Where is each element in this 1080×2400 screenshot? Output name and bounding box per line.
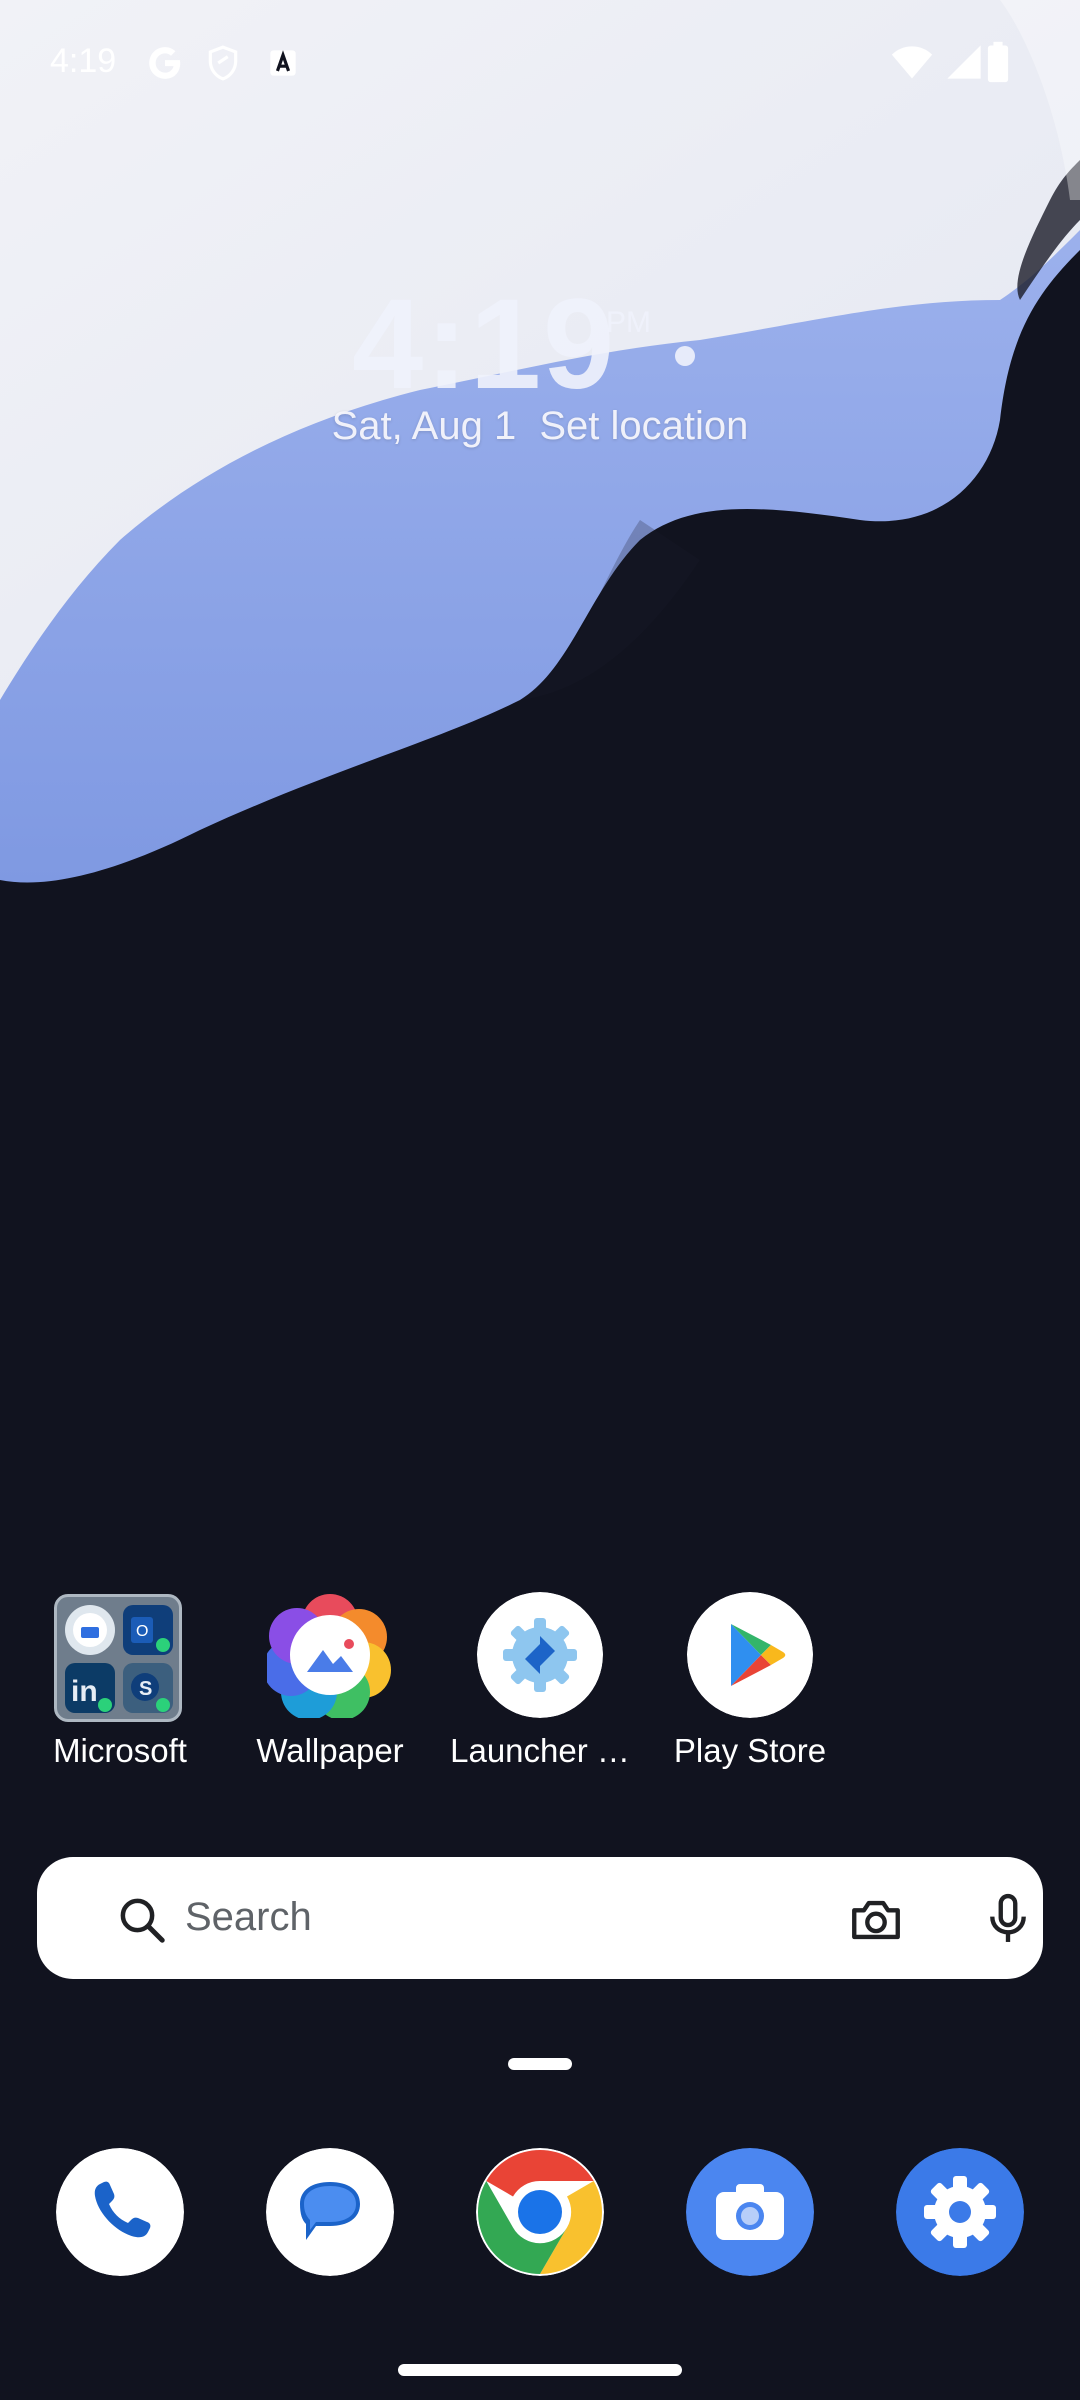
microsoft-folder-icon[interactable]: O in S — [54, 1594, 182, 1722]
play-store-icon — [687, 1592, 813, 1718]
google-icon — [149, 47, 181, 79]
set-location-link[interactable]: Set location — [539, 404, 748, 448]
svg-text:in: in — [71, 1675, 98, 1708]
wallpaper-app[interactable]: Wallpaper — [235, 1592, 425, 1782]
app-drawer-handle[interactable] — [508, 2058, 572, 2070]
svg-text:O: O — [136, 1623, 148, 1640]
app-label: Wallpaper — [256, 1732, 404, 1769]
svg-text:S: S — [139, 1678, 152, 1700]
search-bar[interactable]: Search — [37, 1857, 1043, 1979]
play-store-app[interactable]: Play Store — [655, 1592, 845, 1782]
linkedin-icon: in — [65, 1663, 115, 1713]
signal-icon — [947, 45, 981, 79]
launcher-settings-icon — [477, 1592, 603, 1718]
status-time: 4:19 — [50, 42, 117, 80]
settings-gear-icon[interactable] — [896, 2148, 1024, 2276]
app-label: Launcher … — [450, 1732, 630, 1769]
microsoft-launcher-icon — [65, 1605, 115, 1655]
messages-icon[interactable] — [266, 2148, 394, 2276]
app-label: Play Store — [673, 1732, 827, 1769]
search-placeholder[interactable]: Search — [185, 1895, 312, 1940]
microphone-icon[interactable] — [979, 1889, 1037, 1949]
chrome-icon[interactable] — [476, 2148, 604, 2276]
wifi-icon — [891, 46, 933, 79]
wallpaper-icon — [267, 1594, 391, 1718]
gesture-nav-bar[interactable] — [398, 2364, 682, 2376]
font-icon — [270, 50, 296, 76]
clock-widget[interactable]: 4:19 PM — [330, 280, 750, 420]
launcher-settings-app[interactable]: Launcher … — [445, 1592, 635, 1782]
camera-icon[interactable] — [847, 1891, 905, 1949]
date-label[interactable]: Sat, Aug 1 — [332, 404, 517, 448]
search-icon — [120, 1898, 165, 1943]
shield-icon — [208, 45, 238, 81]
battery-icon — [987, 41, 1009, 83]
weather-dot-icon — [675, 346, 695, 366]
app-label: Microsoft — [53, 1732, 187, 1769]
skype-icon: S — [123, 1663, 173, 1713]
outlook-icon: O — [123, 1605, 173, 1655]
date-location-line: Sat, Aug 1 Set location — [0, 404, 1080, 449]
status-bar: 4:19 — [0, 0, 1080, 130]
camera-icon[interactable] — [686, 2148, 814, 2276]
phone-icon[interactable] — [56, 2148, 184, 2276]
clock-time: 4:19 — [352, 273, 617, 416]
clock-ampm: PM — [606, 306, 651, 339]
